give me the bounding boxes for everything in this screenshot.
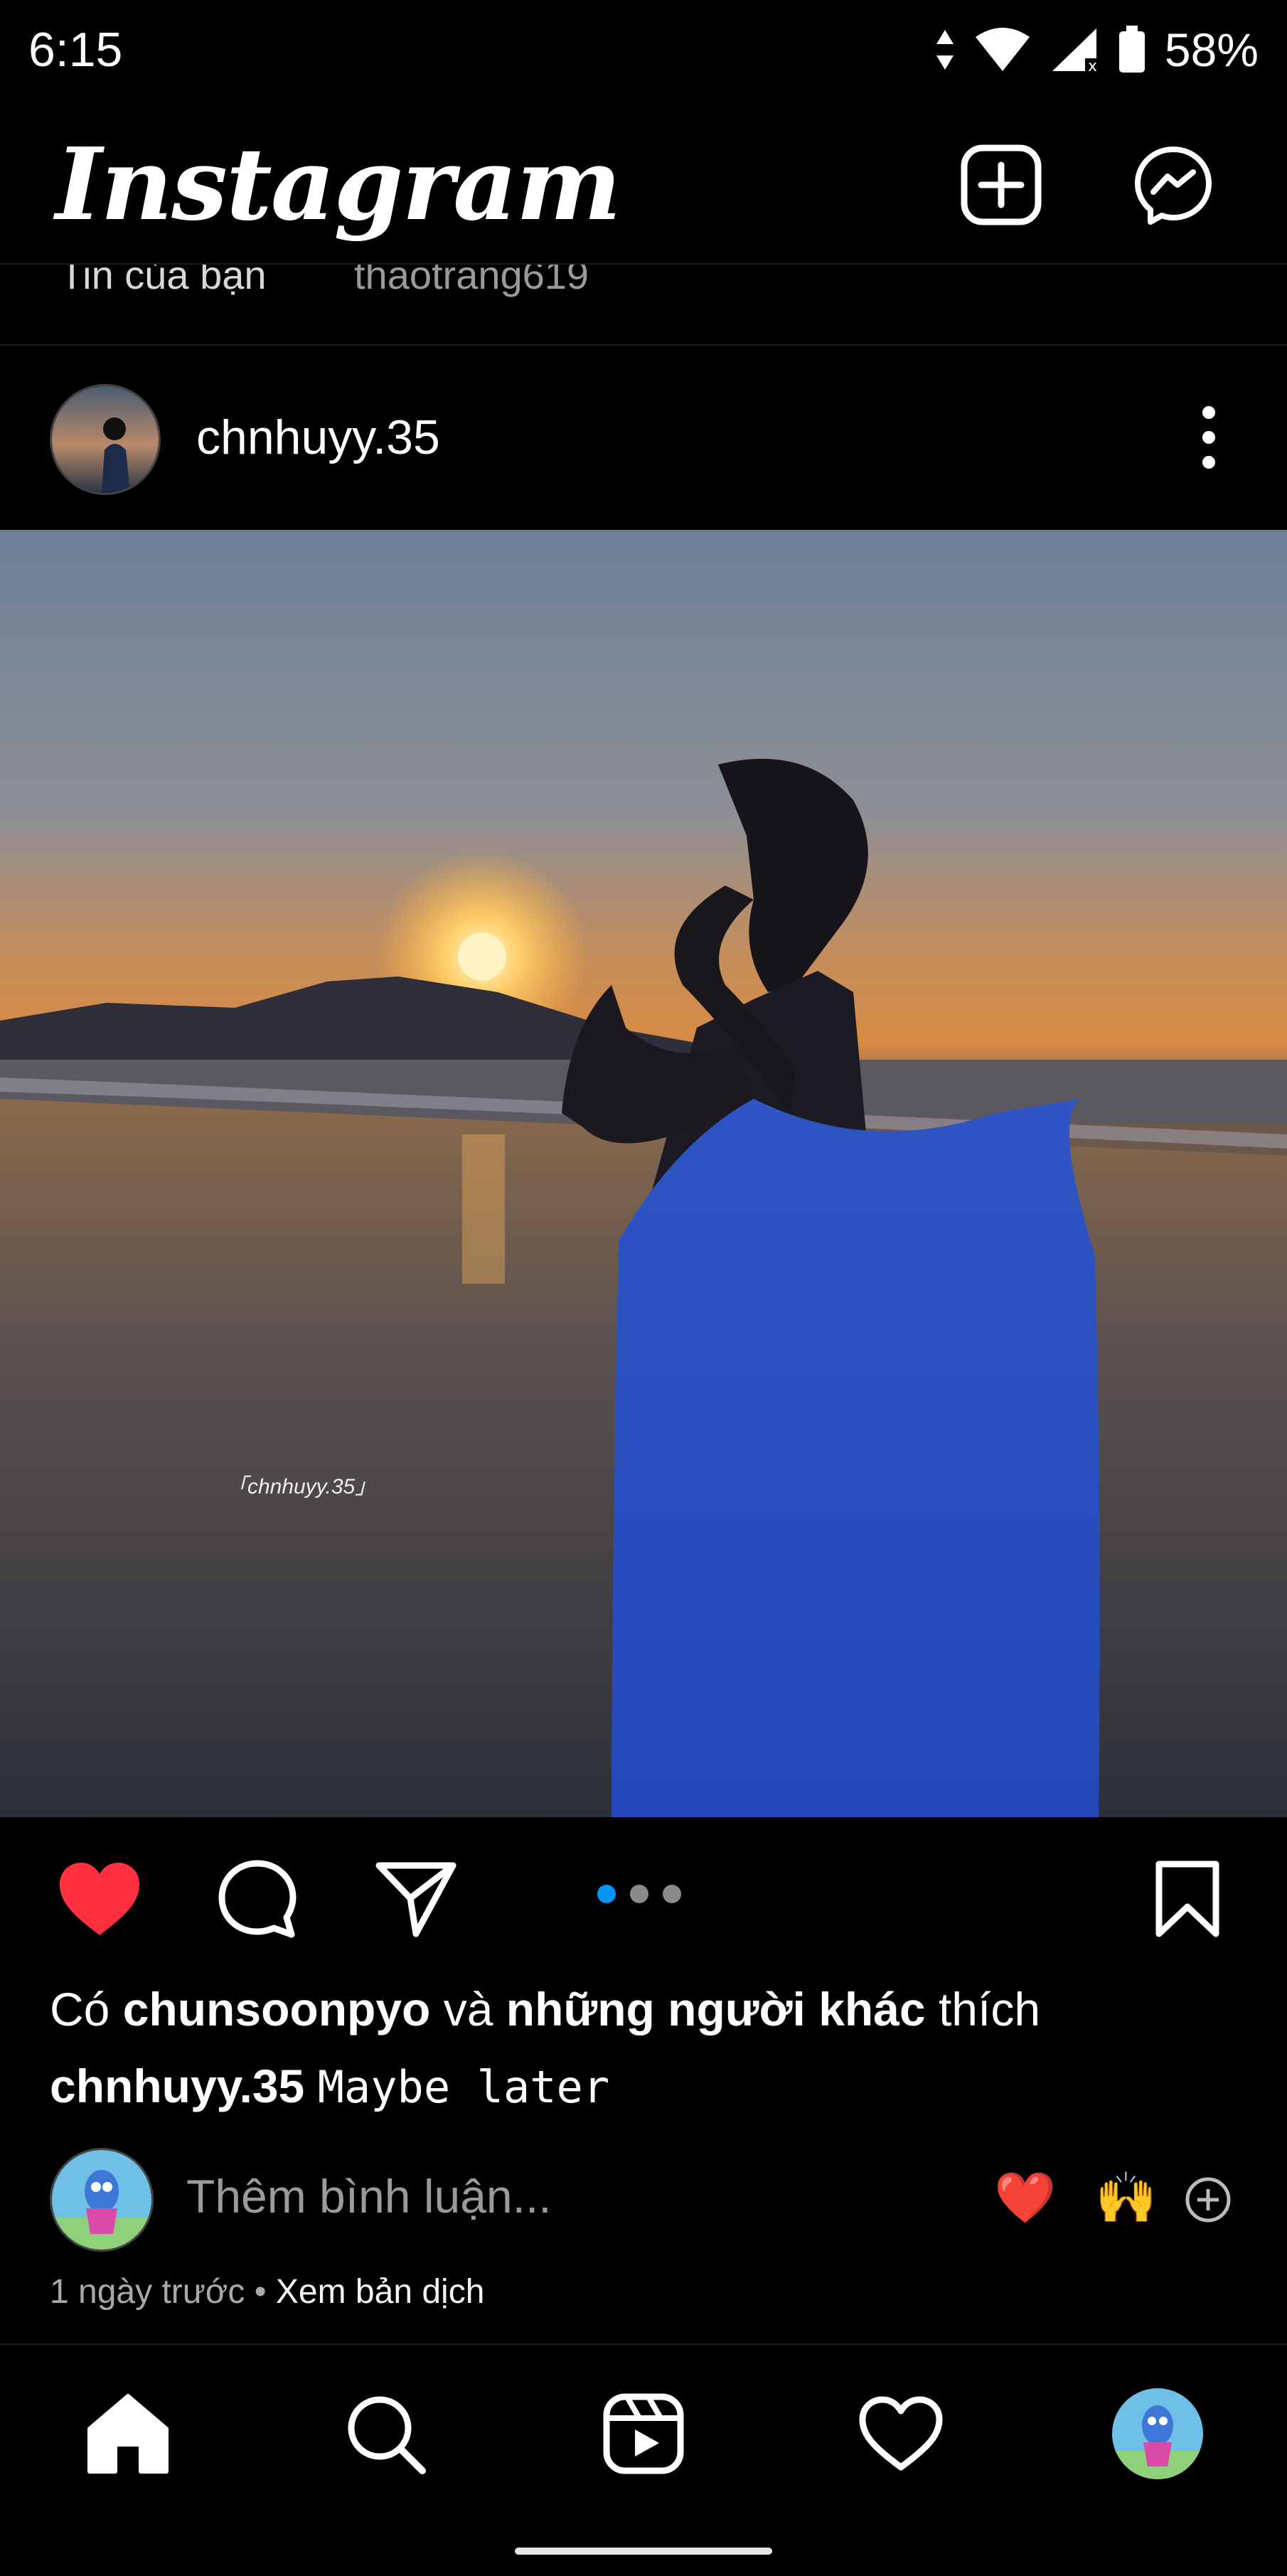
status-time: 6:15 <box>28 23 123 77</box>
share-button[interactable] <box>370 1856 462 1942</box>
bookmark-icon <box>1155 1861 1219 1937</box>
post-time: 1 ngày trước <box>50 2273 245 2311</box>
nav-search-button[interactable] <box>336 2384 435 2484</box>
messenger-button[interactable] <box>1127 139 1219 231</box>
plus-square-icon <box>961 144 1042 225</box>
search-icon <box>348 2396 426 2474</box>
save-button[interactable] <box>1141 1856 1234 1942</box>
carousel-dot-active <box>597 1885 616 1903</box>
carousel-dot <box>630 1885 648 1903</box>
beach-sunset-photo <box>0 530 1287 1817</box>
profile-avatar <box>1112 2388 1203 2479</box>
post-meta: 1 ngày trước • Xem bản dịch <box>50 2267 484 2317</box>
wifi-icon <box>975 28 1030 71</box>
post-options-button[interactable] <box>1180 398 1237 477</box>
bottom-navigation <box>0 2343 1287 2576</box>
stories-tray[interactable]: Tin của bạn thaotrang619 <box>0 263 1287 346</box>
story-label-user[interactable]: thaotrang619 <box>354 265 589 298</box>
battery-percent: 58% <box>1164 23 1259 76</box>
caption-text: Maybe later <box>317 2061 610 2113</box>
data-arrows-icon <box>936 30 954 70</box>
photo-watermark: 「chnhuyy.35」 <box>226 1475 377 1499</box>
nav-profile-button[interactable] <box>1108 2384 1207 2484</box>
post-author-username[interactable]: chnhuyy.35 <box>196 405 440 469</box>
plus-circle-icon <box>1185 2177 1231 2223</box>
nav-activity-button[interactable] <box>851 2384 951 2484</box>
heart-icon <box>859 2396 943 2471</box>
comment-button[interactable] <box>211 1856 304 1942</box>
likes-suffix: thích <box>938 1983 1041 2035</box>
post-author-avatar[interactable] <box>50 384 161 495</box>
home-indicator-bar[interactable] <box>515 2548 772 2555</box>
likes-prefix: Có <box>50 1983 110 2035</box>
story-label-own[interactable]: Tin của bạn <box>60 265 267 298</box>
post-image[interactable]: 「chnhuyy.35」 <box>0 530 1287 1817</box>
nav-reels-button[interactable] <box>594 2384 693 2484</box>
app-logo-title[interactable]: Instagram <box>55 128 621 242</box>
liked-by-others[interactable]: những người khác <box>506 1983 926 2035</box>
meta-separator: • <box>254 2273 267 2311</box>
liked-by-user[interactable]: chunsoonpyo <box>123 1983 431 2035</box>
comment-bubble-icon <box>218 1860 297 1938</box>
like-button[interactable] <box>53 1856 146 1942</box>
likes-summary: Có chunsoonpyo và những người khác thích <box>50 1977 1040 2041</box>
carousel-indicator <box>597 1885 681 1903</box>
new-post-button[interactable] <box>955 139 1047 231</box>
add-comment-input[interactable] <box>186 2169 933 2223</box>
see-translation-link[interactable]: Xem bản dịch <box>276 2273 485 2311</box>
messenger-icon <box>1135 147 1212 225</box>
send-paper-plane-icon <box>375 1862 456 1937</box>
status-icons: x 58% <box>934 21 1259 78</box>
heart-filled-icon <box>60 1863 139 1935</box>
quick-reaction-heart[interactable]: ❤️ <box>994 2166 1056 2230</box>
avatar-image <box>52 386 159 493</box>
reels-icon <box>603 2393 684 2474</box>
post-caption: chnhuyy.35 Maybe later <box>50 2054 609 2119</box>
likes-middle: và <box>443 1983 493 2035</box>
cell-signal-icon: x <box>1052 28 1097 73</box>
quick-reaction-raised-hands[interactable]: 🙌 <box>1095 2166 1157 2230</box>
current-user-avatar <box>50 2148 154 2252</box>
svg-text:x: x <box>1088 58 1097 73</box>
home-icon <box>87 2394 169 2474</box>
more-vertical-icon <box>1202 406 1215 469</box>
more-reactions-button[interactable] <box>1183 2175 1233 2225</box>
carousel-dot <box>663 1885 681 1903</box>
caption-username[interactable]: chnhuyy.35 <box>50 2060 304 2112</box>
battery-icon <box>1118 26 1145 73</box>
avatar-image <box>52 2150 151 2250</box>
nav-home-button[interactable] <box>78 2384 178 2484</box>
